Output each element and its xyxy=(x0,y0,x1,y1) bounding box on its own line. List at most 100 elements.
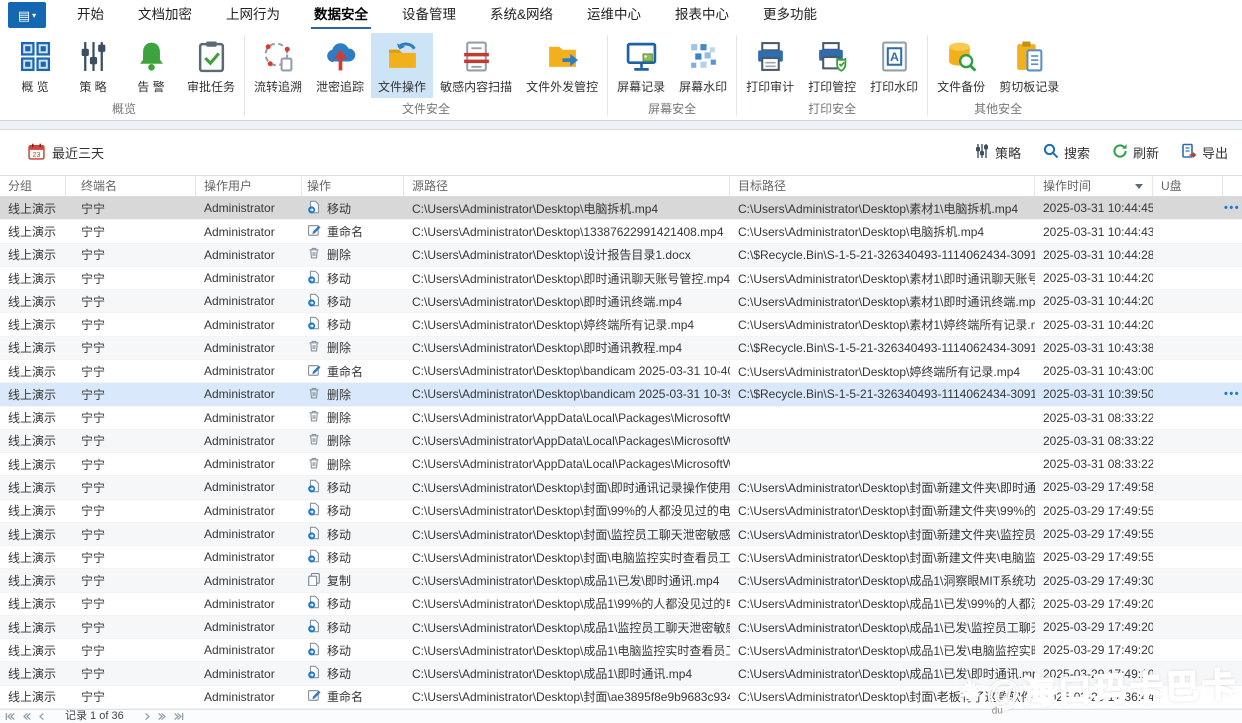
table-row[interactable]: 线上演示宁宁Administrator重命名C:\Users\Administr… xyxy=(0,360,1242,383)
table-row[interactable]: 线上演示宁宁Administrator移动C:\Users\Administra… xyxy=(0,523,1242,546)
menu-tab-0[interactable]: 开始 xyxy=(60,0,121,30)
table-row[interactable]: 线上演示宁宁Administrator删除C:\Users\Administra… xyxy=(0,383,1242,406)
menu-tab-2[interactable]: 上网行为 xyxy=(209,0,297,30)
menu-tab-7[interactable]: 报表中心 xyxy=(658,0,746,30)
ribbon-item-overview[interactable]: 概 览 xyxy=(6,33,64,98)
table-row[interactable]: 线上演示宁宁Administrator复制C:\Users\Administra… xyxy=(0,569,1242,592)
app-menu-button[interactable]: ▤ ▾ xyxy=(8,2,46,28)
table-row[interactable]: 线上演示宁宁Administrator移动C:\Users\Administra… xyxy=(0,290,1242,313)
ribbon-group-separator xyxy=(927,35,928,116)
menu-bar: ▤ ▾ 开始文档加密上网行为数据安全设备管理系统&网络运维中心报表中心更多功能 xyxy=(0,0,1242,30)
column-header-6[interactable]: 操作时间 xyxy=(1035,176,1153,196)
column-header-4[interactable]: 源路径 xyxy=(404,176,730,196)
column-header-0[interactable]: 分组 xyxy=(0,176,66,196)
ribbon-item-approval[interactable]: 审批任务 xyxy=(180,33,242,98)
cell-dst: C:\Users\Administrator\Desktop\素材1\电脑拆机.… xyxy=(730,200,1035,217)
table-row[interactable]: 线上演示宁宁Administrator移动C:\Users\Administra… xyxy=(0,500,1242,523)
pager-next-button[interactable] xyxy=(141,712,152,721)
ribbon-item-backup[interactable]: 文件备份 xyxy=(930,33,992,98)
table-row[interactable]: 线上演示宁宁Administrator移动C:\Users\Administra… xyxy=(0,267,1242,290)
cell-group: 线上演示 xyxy=(0,619,66,636)
table-row[interactable]: 线上演示宁宁Administrator移动C:\Users\Administra… xyxy=(0,593,1242,616)
column-header-3[interactable]: 操作 xyxy=(302,176,404,196)
ribbon-item-alert[interactable]: 告 警 xyxy=(122,33,180,98)
column-header-7[interactable]: U盘 xyxy=(1153,176,1223,196)
cell-terminal: 宁宁 xyxy=(66,200,196,217)
table-row[interactable]: 线上演示宁宁Administrator移动C:\Users\Administra… xyxy=(0,662,1242,685)
table-row[interactable]: 线上演示宁宁Administrator移动C:\Users\Administra… xyxy=(0,616,1242,639)
table-row[interactable]: 线上演示宁宁Administrator移动C:\Users\Administra… xyxy=(0,546,1242,569)
cell-dst: C:\$Recycle.Bin\S-1-5-21-326340493-11140… xyxy=(730,341,1035,355)
menu-tab-6[interactable]: 运维中心 xyxy=(570,0,658,30)
refresh-sm-icon xyxy=(1112,143,1128,162)
ribbon-item-screenrec[interactable]: 屏幕记录 xyxy=(610,33,672,98)
cell-src: C:\Users\Administrator\Desktop\封面\即时通讯记录… xyxy=(404,479,730,496)
operation-label: 移动 xyxy=(327,549,351,566)
pager-last-button[interactable] xyxy=(173,712,184,721)
column-header-label: 终端名 xyxy=(81,179,117,193)
ribbon-item-fileops[interactable]: 文件操作 xyxy=(371,33,433,98)
cell-group: 线上演示 xyxy=(0,502,66,519)
ribbon-item-label: 打印水印 xyxy=(870,78,918,95)
ribbon-item-clipboard[interactable]: 剪切板记录 xyxy=(992,33,1066,98)
row-actions-button[interactable]: ••• xyxy=(1223,202,1242,214)
operation-label: 移动 xyxy=(327,526,351,543)
ribbon-item-scan[interactable]: 敏感内容扫描 xyxy=(433,33,519,98)
column-header-label: 源路径 xyxy=(412,179,448,193)
pager-fast-next-button[interactable] xyxy=(157,712,168,721)
column-header-5[interactable]: 目标路径 xyxy=(730,176,1035,196)
table-row[interactable]: 线上演示宁宁Administrator删除C:\Users\Administra… xyxy=(0,244,1242,267)
cell-src: C:\Users\Administrator\Desktop\婷终端所有记录.m… xyxy=(404,316,730,333)
menu-tab-4[interactable]: 设备管理 xyxy=(385,0,473,30)
operation-label: 移动 xyxy=(327,293,351,310)
cell-src: C:\Users\Administrator\Desktop\即时通讯终端.mp… xyxy=(404,293,730,310)
ribbon-group-items: 文件备份剪切板记录 xyxy=(930,30,1066,98)
ribbon-item-trace[interactable]: 流转追溯 xyxy=(247,33,309,98)
ribbon-item-policy[interactable]: 策 略 xyxy=(64,33,122,98)
table-row[interactable]: 线上演示宁宁Administrator移动C:\Users\Administra… xyxy=(0,313,1242,336)
pager-fast-prev-button[interactable] xyxy=(21,712,32,721)
toolbar-button-search[interactable]: 搜索 xyxy=(1043,143,1090,162)
pager-prev-button[interactable] xyxy=(37,712,48,721)
date-range-filter[interactable]: 23 最近三天 xyxy=(28,143,104,163)
table-row[interactable]: 线上演示宁宁Administrator移动C:\Users\Administra… xyxy=(0,639,1242,662)
ribbon-item-printaudit[interactable]: 打印审计 xyxy=(739,33,801,98)
overview-icon xyxy=(16,37,54,75)
pager-first-button[interactable] xyxy=(5,712,16,721)
cell-src: C:\Users\Administrator\AppData\Local\Pac… xyxy=(404,457,730,471)
cell-group: 线上演示 xyxy=(0,223,66,240)
toolbar-button-label: 导出 xyxy=(1202,143,1228,162)
column-header-label: 操作用户 xyxy=(204,179,252,193)
ribbon-item-printwm[interactable]: A打印水印 xyxy=(863,33,925,98)
table-row[interactable]: 线上演示宁宁Administrator重命名C:\Users\Administr… xyxy=(0,220,1242,243)
table-row[interactable]: 线上演示宁宁Administrator重命名C:\Users\Administr… xyxy=(0,686,1242,709)
menu-tab-5[interactable]: 系统&网络 xyxy=(473,0,570,30)
ribbon-item-printctl[interactable]: 打印管控 xyxy=(801,33,863,98)
table-row[interactable]: 线上演示宁宁Administrator删除C:\Users\Administra… xyxy=(0,430,1242,453)
table-row[interactable]: 线上演示宁宁Administrator删除C:\Users\Administra… xyxy=(0,407,1242,430)
cell-operation: 移动 xyxy=(302,665,404,682)
operation-label: 移动 xyxy=(327,642,351,659)
filter-dropdown-icon[interactable] xyxy=(1135,184,1143,189)
table-row[interactable]: 线上演示宁宁Administrator删除C:\Users\Administra… xyxy=(0,453,1242,476)
rename-icon xyxy=(307,363,321,380)
cell-operation: 移动 xyxy=(302,200,404,217)
column-header-1[interactable]: 终端名 xyxy=(66,176,196,196)
column-header-2[interactable]: 操作用户 xyxy=(196,176,302,196)
ribbon-item-screenwm[interactable]: 屏幕水印 xyxy=(672,33,734,98)
toolbar-button-policy[interactable]: 策略 xyxy=(974,143,1021,162)
table-row[interactable]: 线上演示宁宁Administrator移动C:\Users\Administra… xyxy=(0,476,1242,499)
cell-src: C:\Users\Administrator\Desktop\封面\电脑监控实时… xyxy=(404,549,730,566)
column-header-label: 分组 xyxy=(8,179,32,193)
menu-tab-1[interactable]: 文档加密 xyxy=(121,0,209,30)
row-actions-button[interactable]: ••• xyxy=(1223,388,1242,400)
ribbon-item-outgoing[interactable]: 文件外发管控 xyxy=(519,33,605,98)
table-row[interactable]: 线上演示宁宁Administrator移动C:\Users\Administra… xyxy=(0,197,1242,220)
menu-tab-3[interactable]: 数据安全 xyxy=(297,0,385,30)
ribbon-item-leak[interactable]: 泄密追踪 xyxy=(309,33,371,98)
toolbar-button-export[interactable]: 导出 xyxy=(1181,143,1228,162)
table-row[interactable]: 线上演示宁宁Administrator删除C:\Users\Administra… xyxy=(0,337,1242,360)
toolbar-button-refresh[interactable]: 刷新 xyxy=(1112,143,1159,162)
menu-tab-8[interactable]: 更多功能 xyxy=(746,0,834,30)
cell-terminal: 宁宁 xyxy=(66,549,196,566)
